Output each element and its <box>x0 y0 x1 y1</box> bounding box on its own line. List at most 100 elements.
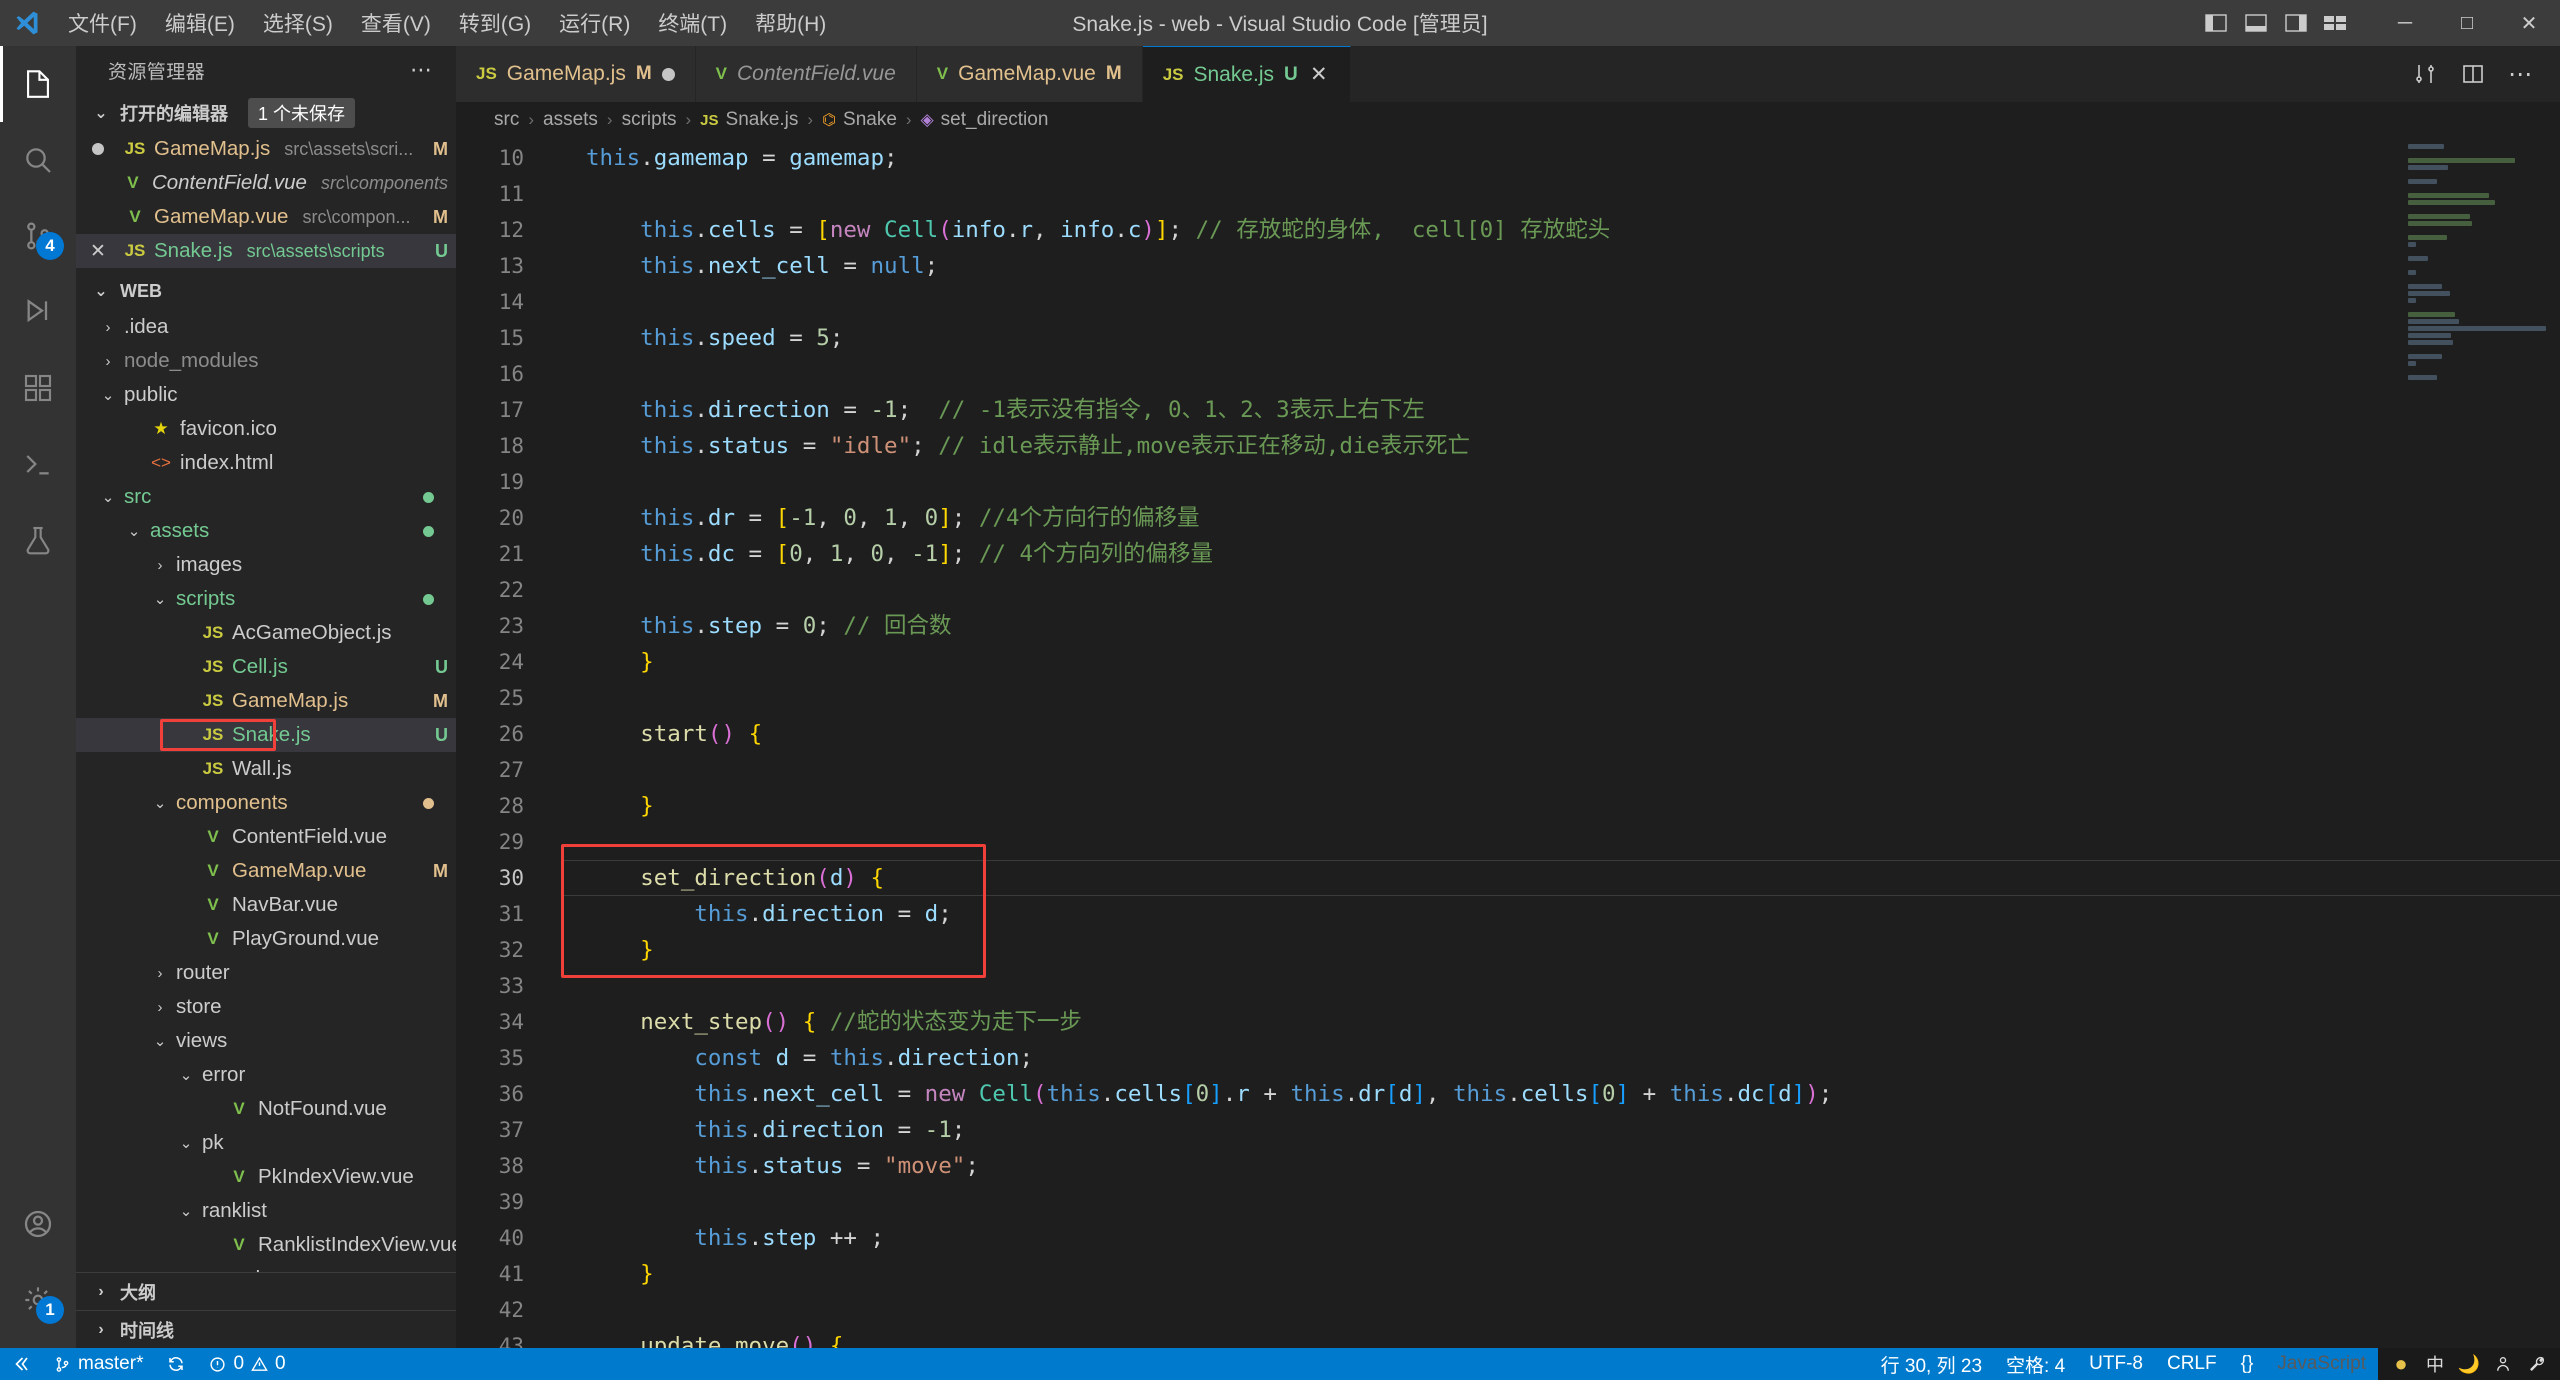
status-cursor-position[interactable]: 行 30, 列 23 <box>1869 1348 1994 1380</box>
status-indentation[interactable]: 空格: 4 <box>1994 1348 2077 1380</box>
tree-item-index-html[interactable]: <> index.html <box>76 446 456 480</box>
activity-run-debug[interactable] <box>0 274 76 350</box>
status-brackets[interactable]: {} <box>2229 1348 2266 1380</box>
activity-source-control[interactable]: 4 <box>0 198 76 274</box>
status-branch[interactable]: master* <box>42 1348 155 1380</box>
tree-item-ranklistindexview-vue[interactable]: V RanklistIndexView.vue <box>76 1228 456 1262</box>
tree-item-record[interactable]: ⌄ record <box>76 1262 456 1272</box>
tree-item-cell-js[interactable]: JS Cell.js U <box>76 650 456 684</box>
tree-item-gamemap-js[interactable]: JS GameMap.js M <box>76 684 456 718</box>
maximize-button[interactable]: □ <box>2436 0 2498 46</box>
tree-item-src[interactable]: ⌄ src <box>76 480 456 514</box>
tree-item-store[interactable]: › store <box>76 990 456 1024</box>
tree-item-navbar-vue[interactable]: V NavBar.vue <box>76 888 456 922</box>
menu-view[interactable]: 查看(V) <box>347 4 445 42</box>
tree-item-label: PkIndexView.vue <box>258 1165 414 1188</box>
tree-item-scripts[interactable]: ⌄ scripts <box>76 582 456 616</box>
activity-accounts[interactable] <box>0 1186 76 1262</box>
section-open-editors[interactable]: ⌄ 打开的编辑器 1 个未保存 <box>76 94 456 132</box>
menu-file[interactable]: 文件(F) <box>54 4 151 42</box>
breadcrumb-assets[interactable]: assets <box>543 109 598 131</box>
open-editor-contentfield-vue[interactable]: V ContentField.vue src\components <box>76 166 456 200</box>
tree-item-notfound-vue[interactable]: V NotFound.vue <box>76 1092 456 1126</box>
minimap[interactable] <box>2400 138 2560 1348</box>
toggle-secondary-sidebar-icon[interactable] <box>2276 0 2316 46</box>
tree-item-wall-js[interactable]: JS Wall.js <box>76 752 456 786</box>
minimize-button[interactable]: ─ <box>2374 0 2436 46</box>
tab-gamemap-js[interactable]: JS GameMap.js M <box>456 46 696 102</box>
split-editor-icon[interactable] <box>2452 51 2494 97</box>
activity-remote-explorer[interactable] <box>0 426 76 502</box>
tree-item-acgameobject-js[interactable]: JS AcGameObject.js <box>76 616 456 650</box>
breadcrumb-src[interactable]: src <box>494 109 519 131</box>
activity-extensions[interactable] <box>0 350 76 426</box>
menu-go[interactable]: 转到(G) <box>445 4 545 42</box>
more-actions-icon[interactable]: ⋯ <box>2500 51 2542 97</box>
tree-item-public[interactable]: ⌄ public <box>76 378 456 412</box>
tab-snake-js[interactable]: JS Snake.js U ✕ <box>1142 46 1351 102</box>
breadcrumb-class[interactable]: ⌬ Snake <box>822 109 897 131</box>
menu-run[interactable]: 运行(R) <box>545 4 644 42</box>
tree-item-playground-vue[interactable]: V PlayGround.vue <box>76 922 456 956</box>
status-eol[interactable]: CRLF <box>2155 1348 2229 1380</box>
breadcrumb-file[interactable]: JS Snake.js <box>700 109 798 131</box>
tree-item-router[interactable]: › router <box>76 956 456 990</box>
toggle-primary-sidebar-icon[interactable] <box>2196 0 2236 46</box>
status-encoding[interactable]: UTF-8 <box>2077 1348 2155 1380</box>
menu-terminal[interactable]: 终端(T) <box>644 4 741 42</box>
wrench-icon[interactable] <box>2520 1348 2554 1380</box>
tree-item-pkindexview-vue[interactable]: V PkIndexView.vue <box>76 1160 456 1194</box>
tree-item-favicon-ico[interactable]: ★ favicon.ico <box>76 412 456 446</box>
activity-explorer[interactable] <box>0 46 76 122</box>
status-remote[interactable] <box>0 1348 42 1380</box>
tree-item-snake-js[interactable]: JS Snake.js U <box>76 718 456 752</box>
close-icon[interactable]: ✕ <box>1308 62 1330 87</box>
close-button[interactable]: ✕ <box>2498 0 2560 46</box>
menu-help[interactable]: 帮助(H) <box>741 4 840 42</box>
tree-item-node-modules[interactable]: › node_modules <box>76 344 456 378</box>
open-editor-gamemap-js[interactable]: JS GameMap.js src\assets\scri... M <box>76 132 456 166</box>
tree-item-ranklist[interactable]: ⌄ ranklist <box>76 1194 456 1228</box>
tree-item-images[interactable]: › images <box>76 548 456 582</box>
toggle-panel-icon[interactable] <box>2236 0 2276 46</box>
close-icon[interactable]: ✕ <box>76 240 120 263</box>
status-sync[interactable] <box>155 1348 197 1380</box>
tab-contentfield-vue[interactable]: V ContentField.vue <box>695 46 917 102</box>
code-content[interactable]: 10 this.gamemap = gamemap; 11 12 this.cells… <box>456 138 2400 1348</box>
person-icon[interactable] <box>2486 1348 2520 1380</box>
ime-chinese-icon[interactable]: 中 <box>2418 1348 2452 1380</box>
unsaved-dot-icon[interactable] <box>661 67 675 81</box>
section-timeline[interactable]: › 时间线 <box>76 1310 456 1348</box>
unsaved-dot-icon[interactable] <box>76 143 120 155</box>
breadcrumb-method[interactable]: ◈ set_direction <box>921 109 1049 131</box>
moon-icon[interactable]: 🌙 <box>2452 1348 2486 1380</box>
tab-label: ContentField.vue <box>737 62 896 85</box>
customize-layout-icon[interactable] <box>2316 0 2356 46</box>
open-editor-snake-js[interactable]: ✕ JS Snake.js src\assets\scripts U <box>76 234 456 268</box>
menu-selection[interactable]: 选择(S) <box>249 4 347 42</box>
tree-item--idea[interactable]: › .idea <box>76 310 456 344</box>
code-editor[interactable]: 10 this.gamemap = gamemap; 11 12 this.cells… <box>456 138 2560 1348</box>
tree-item-error[interactable]: ⌄ error <box>76 1058 456 1092</box>
tree-item-contentfield-vue[interactable]: V ContentField.vue <box>76 820 456 854</box>
breadcrumb-scripts[interactable]: scripts <box>622 109 677 131</box>
tree-item-views[interactable]: ⌄ views <box>76 1024 456 1058</box>
status-problems[interactable]: 0 0 <box>197 1348 297 1380</box>
activity-settings[interactable]: 1 <box>0 1262 76 1338</box>
status-language-mode[interactable]: JavaScript <box>2265 1348 2378 1380</box>
section-outline[interactable]: › 大纲 <box>76 1272 456 1310</box>
sidebar-more-actions-icon[interactable]: ⋯ <box>400 57 444 83</box>
ime-mode-icon[interactable]: ● <box>2384 1348 2418 1380</box>
menu-edit[interactable]: 编辑(E) <box>151 4 249 42</box>
git-status-mark: U <box>435 656 448 677</box>
section-workspace[interactable]: ⌄ WEB <box>76 272 456 310</box>
activity-testing[interactable] <box>0 502 76 578</box>
tab-gamemap-vue[interactable]: V GameMap.vue M <box>916 46 1143 102</box>
tree-item-gamemap-vue[interactable]: V GameMap.vue M <box>76 854 456 888</box>
tree-item-pk[interactable]: ⌄ pk <box>76 1126 456 1160</box>
tree-item-assets[interactable]: ⌄ assets <box>76 514 456 548</box>
activity-search[interactable] <box>0 122 76 198</box>
open-changes-icon[interactable] <box>2404 51 2446 97</box>
tree-item-components[interactable]: ⌄ components <box>76 786 456 820</box>
open-editor-gamemap-vue[interactable]: V GameMap.vue src\compon... M <box>76 200 456 234</box>
